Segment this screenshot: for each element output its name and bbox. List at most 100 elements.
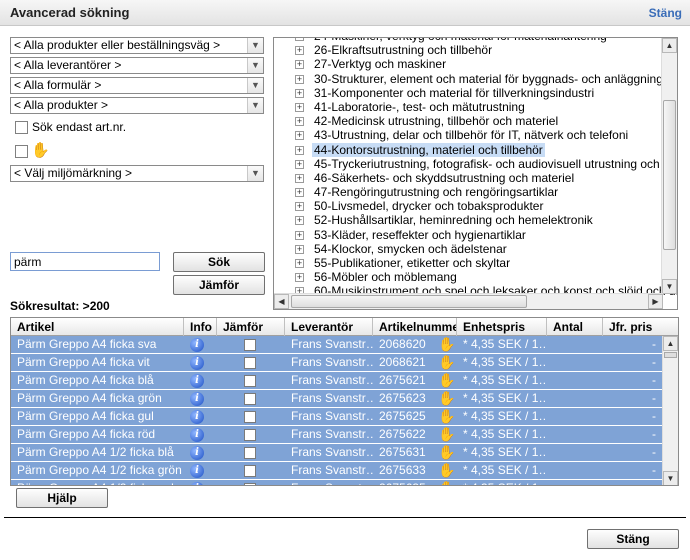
eco-thumb-checkbox[interactable] (15, 145, 28, 158)
info-icon[interactable]: i (190, 374, 204, 388)
cell-article: Pärm Greppo A4 1/2 ficka gul (11, 480, 184, 485)
tree-item[interactable]: +26-Elkraftsutrustning och tillbehör (274, 43, 664, 57)
expand-icon[interactable]: + (295, 145, 304, 155)
expand-icon[interactable]: + (295, 259, 304, 268)
table-row[interactable]: Pärm Greppo A4 1/2 ficka grön i Frans Svan… (11, 462, 662, 480)
tree-item[interactable]: +27-Verktyg och maskiner (274, 57, 664, 71)
expand-icon[interactable]: + (295, 38, 304, 41)
help-button[interactable]: Hjälp (16, 488, 108, 508)
scroll-down-icon[interactable]: ▼ (663, 471, 678, 485)
compare-button[interactable]: Jämför (173, 275, 265, 295)
info-icon[interactable]: i (190, 356, 204, 370)
scroll-right-icon[interactable]: ▶ (648, 294, 663, 309)
col-compare[interactable]: Jämför (217, 318, 285, 336)
tree-item[interactable]: +56-Möbler och möblemang (274, 270, 664, 284)
eco-label-select[interactable]: < Välj miljömärkning > ▼ (10, 165, 264, 182)
expand-icon[interactable]: + (295, 88, 304, 98)
info-icon[interactable]: i (190, 392, 204, 406)
suppliers-select[interactable]: < Alla leverantörer > ▼ (10, 57, 264, 74)
tree-item[interactable]: +45-Tryckeriutrustning, fotografisk- och… (274, 157, 677, 171)
table-row[interactable]: Pärm Greppo A4 ficka gul i Frans Svanstr… 2… (11, 408, 662, 426)
col-supplier[interactable]: Leverantör (285, 318, 373, 336)
table-row[interactable]: Pärm Greppo A4 ficka vit i Frans Svanstr… 2… (11, 354, 662, 372)
col-article-number[interactable]: Artikelnummer (373, 318, 457, 336)
scroll-thumb[interactable] (663, 100, 676, 250)
compare-checkbox[interactable] (244, 429, 256, 441)
compare-checkbox[interactable] (244, 375, 256, 387)
compare-checkbox[interactable] (244, 357, 256, 369)
tree-item[interactable]: +47-Rengöringutrustning och rengöringsar… (274, 185, 664, 199)
expand-icon[interactable]: + (295, 230, 304, 240)
col-unit-price[interactable]: Enhetspris (457, 318, 547, 336)
expand-icon[interactable]: + (295, 60, 304, 70)
table-row[interactable]: Pärm Greppo A4 ficka sva i Frans Svanstr… 2… (11, 336, 662, 354)
table-row[interactable]: Pärm Greppo A4 1/2 ficka gul i Frans Svans… (11, 480, 662, 485)
tree-item[interactable]: +31-Komponenter och material för tillver… (274, 86, 664, 100)
cell-compare-price: - (652, 427, 656, 441)
compare-checkbox[interactable] (244, 483, 256, 485)
art-only-checkbox[interactable] (15, 121, 28, 134)
tree-item[interactable]: +42-Medicinsk utrustning, tillbehör och … (274, 114, 664, 128)
tree-item[interactable]: +41-Laboratorie-, test- och mätutrustnin… (274, 100, 664, 114)
info-icon[interactable]: i (190, 482, 204, 485)
tree-item[interactable]: +55-Publikationer, etiketter och skyltar (274, 256, 664, 270)
expand-icon[interactable]: + (295, 273, 304, 283)
tree-horizontal-scrollbar[interactable]: ◀ ▶ (274, 293, 663, 309)
table-row[interactable]: Pärm Greppo A4 ficka grön i Frans Svanstr…… (11, 390, 662, 408)
info-icon[interactable]: i (190, 428, 204, 442)
expand-icon[interactable]: + (295, 46, 304, 56)
col-info[interactable]: Info (184, 318, 217, 336)
close-link[interactable]: Stäng (649, 6, 682, 20)
compare-checkbox[interactable] (244, 465, 256, 477)
tree-item-label: 55-Publikationer, etiketter och skyltar (314, 256, 511, 270)
col-artikel[interactable]: Artikel (11, 318, 184, 336)
info-icon[interactable]: i (190, 446, 204, 460)
tree-item[interactable]: +53-Kläder, reseffekter och hygienartikl… (274, 228, 664, 242)
table-row[interactable]: Pärm Greppo A4 ficka röd i Frans Svanstr… 2… (11, 426, 662, 444)
forms-select[interactable]: < Alla formulär > ▼ (10, 77, 264, 94)
compare-checkbox[interactable] (244, 447, 256, 459)
expand-icon[interactable]: + (295, 74, 304, 84)
col-quantity[interactable]: Antal (547, 318, 603, 336)
close-button[interactable]: Stäng (587, 529, 679, 549)
expand-icon[interactable]: + (295, 102, 304, 112)
tree-item[interactable]: +52-Hushållsartiklar, heminredning och h… (274, 213, 664, 227)
expand-icon[interactable]: + (295, 173, 304, 183)
info-icon[interactable]: i (190, 338, 204, 352)
tree-item-label: 41-Laboratorie-, test- och mätutrustning (314, 99, 525, 114)
expand-icon[interactable]: + (295, 244, 304, 254)
expand-icon[interactable]: + (295, 202, 304, 212)
compare-checkbox[interactable] (244, 411, 256, 423)
scroll-up-icon[interactable]: ▲ (662, 38, 677, 53)
scroll-up-icon[interactable]: ▲ (663, 336, 678, 351)
scroll-down-icon[interactable]: ▼ (662, 279, 677, 294)
scroll-left-icon[interactable]: ◀ (274, 294, 289, 309)
search-input[interactable] (10, 252, 160, 271)
expand-icon[interactable]: + (295, 159, 304, 169)
expand-icon[interactable]: + (295, 188, 304, 198)
col-compare-price[interactable]: Jfr. pris (603, 318, 678, 336)
category-tree[interactable]: +24-Maskiner, verktyg och material för m… (273, 37, 678, 310)
expand-icon[interactable]: + (295, 117, 304, 127)
scroll-thumb[interactable] (664, 352, 677, 358)
compare-checkbox[interactable] (244, 393, 256, 405)
grid-vertical-scrollbar[interactable]: ▲ ▼ (662, 336, 678, 485)
tree-vertical-scrollbar[interactable]: ▲ ▼ (661, 38, 677, 294)
search-button[interactable]: Sök (173, 252, 265, 272)
table-row[interactable]: Pärm Greppo A4 ficka blå i Frans Svanstr… 2… (11, 372, 662, 390)
expand-icon[interactable]: + (295, 131, 304, 141)
scroll-thumb[interactable] (291, 295, 527, 308)
expand-icon[interactable]: + (295, 216, 304, 226)
info-icon[interactable]: i (190, 464, 204, 478)
table-row[interactable]: Pärm Greppo A4 1/2 ficka blå i Frans Svans… (11, 444, 662, 462)
tree-item[interactable]: +54-Klockor, smycken och ädelstenar (274, 242, 664, 256)
products-select[interactable]: < Alla produkter > ▼ (10, 97, 264, 114)
tree-item[interactable]: +46-Säkerhets- och skyddsutrustning och … (274, 171, 664, 185)
tree-item[interactable]: +30-Strukturer, element och material för… (274, 72, 677, 86)
compare-checkbox[interactable] (244, 339, 256, 351)
tree-item[interactable]: +43-Utrustning, delar och tillbehör för … (274, 128, 664, 142)
tree-item[interactable]: +44-Kontorsutrustning, materiel och till… (274, 142, 664, 157)
products-or-path-select[interactable]: < Alla produkter eller beställningsväg >… (10, 37, 264, 54)
info-icon[interactable]: i (190, 410, 204, 424)
tree-item[interactable]: +50-Livsmedel, drycker och tobaksprodukt… (274, 199, 664, 213)
